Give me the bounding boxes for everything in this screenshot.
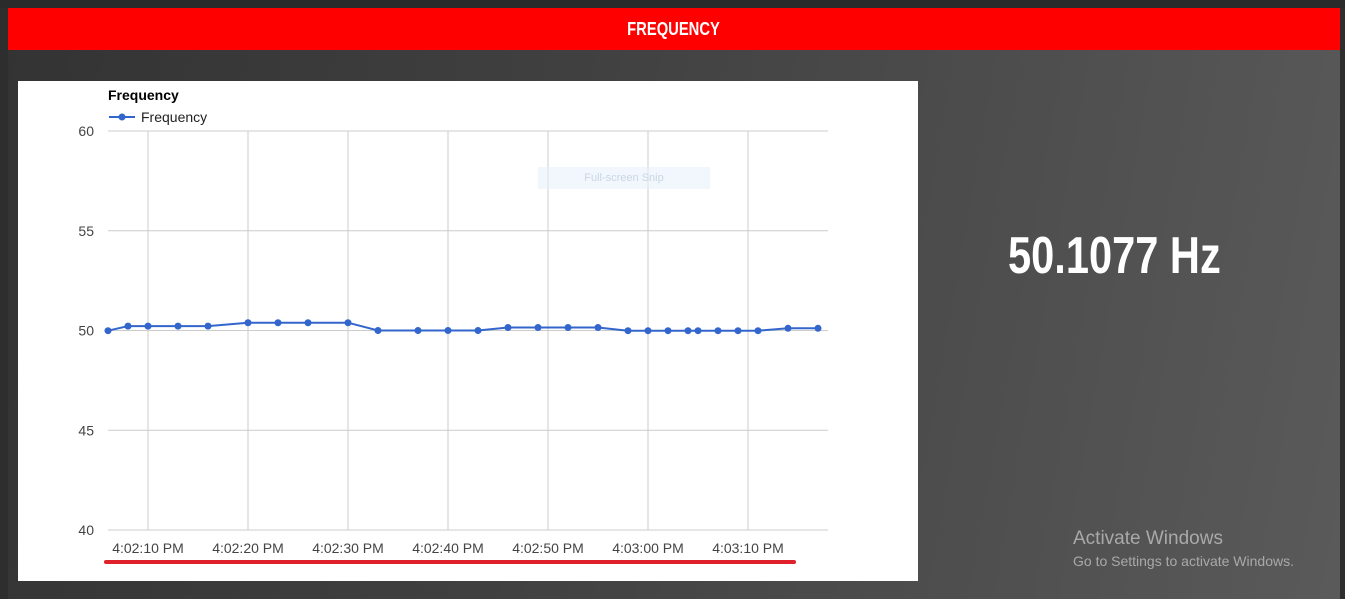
y-tick-label: 55: [78, 223, 94, 239]
frequency-readout: 50.1077 Hz: [1008, 227, 1221, 285]
watermark-subtitle: Go to Settings to activate Windows.: [1073, 553, 1294, 569]
data-point[interactable]: [124, 322, 132, 330]
data-point[interactable]: [684, 327, 692, 335]
legend-label-frequency: Frequency: [141, 109, 207, 125]
page-title: FREQUENCY: [627, 18, 721, 39]
data-point[interactable]: [754, 327, 762, 335]
data-point[interactable]: [784, 324, 792, 332]
data-point[interactable]: [814, 324, 822, 332]
data-point[interactable]: [444, 327, 452, 334]
activation-watermark: Activate Windows Go to Settings to activ…: [1073, 528, 1294, 569]
header-bar: FREQUENCY: [8, 8, 1340, 50]
y-tick-label: 40: [78, 522, 94, 538]
y-tick-label: 60: [78, 123, 94, 139]
y-tick-label: 45: [78, 422, 94, 438]
data-point[interactable]: [694, 327, 702, 335]
chart-title: Frequency: [108, 87, 179, 103]
series-layer: [104, 319, 822, 335]
data-point[interactable]: [474, 327, 482, 334]
x-tick-label: 4:02:10 PM: [112, 540, 184, 556]
data-point[interactable]: [344, 319, 352, 327]
series-line-frequency: [107, 321, 818, 332]
x-tick-label: 4:03:10 PM: [712, 540, 784, 556]
frequency-chart-panel: 40 45 50 55 60 4:02:10 PM 4:02:20 PM 4:02:30 PM…: [18, 81, 918, 581]
legend: Frequency: [109, 109, 207, 125]
data-point[interactable]: [564, 324, 572, 332]
red-underline-annotation: [104, 560, 796, 564]
data-point[interactable]: [714, 327, 722, 335]
x-tick-label: 4:02:30 PM: [312, 540, 384, 556]
y-tick-label: 50: [78, 323, 94, 339]
data-point[interactable]: [244, 319, 252, 327]
data-point[interactable]: [624, 327, 632, 335]
snip-overlay: Full-screen Snip: [538, 167, 710, 189]
legend-marker-icon: [118, 113, 126, 121]
data-point[interactable]: [594, 324, 602, 332]
top-strip: [0, 0, 1345, 8]
data-point[interactable]: [374, 327, 382, 334]
data-point[interactable]: [104, 327, 112, 335]
data-point[interactable]: [734, 327, 742, 335]
data-point[interactable]: [534, 324, 542, 332]
watermark-title: Activate Windows: [1073, 528, 1223, 549]
data-point[interactable]: [304, 319, 312, 327]
data-point[interactable]: [274, 319, 282, 327]
data-point[interactable]: [504, 324, 512, 332]
x-tick-label: 4:02:20 PM: [212, 540, 284, 556]
data-point[interactable]: [414, 327, 422, 334]
x-tick-label: 4:03:00 PM: [612, 540, 684, 556]
frequency-line-chart: 40 45 50 55 60 4:02:10 PM 4:02:20 PM 4:02:30 PM…: [78, 87, 828, 556]
x-tick-label: 4:02:40 PM: [412, 540, 484, 556]
data-point[interactable]: [644, 327, 652, 335]
data-point[interactable]: [664, 327, 672, 335]
data-point[interactable]: [174, 322, 182, 330]
data-point[interactable]: [144, 322, 152, 330]
x-tick-label: 4:02:50 PM: [512, 540, 584, 556]
data-point[interactable]: [204, 322, 212, 330]
